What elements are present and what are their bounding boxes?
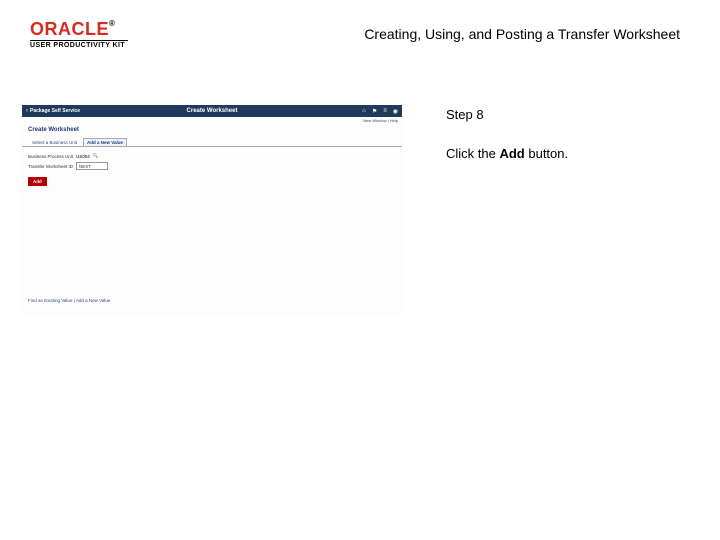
menu-icon[interactable]: ≡ [383,108,387,115]
app-screenshot: ‹ Package Self Service Create Worksheet … [22,105,402,315]
flag-icon[interactable]: ⚑ [372,108,377,115]
screenshot-column: ‹ Package Self Service Create Worksheet … [22,105,422,315]
tab-select-bu[interactable]: Select a Business Unit [28,138,81,146]
lookup-icon[interactable]: 🔍 [93,153,99,159]
brand-tm: ® [109,19,115,28]
subbar-links[interactable]: New Window | Help [22,117,402,124]
instruction-pre: Click the [446,146,499,161]
bu-label: Business Process Unit [28,154,73,159]
page-header: ORACLE® USER PRODUCTIVITY KIT Creating, … [0,0,720,80]
tw-label: Transfer Worksheet ID [28,164,73,169]
tw-select[interactable]: NEXT [76,162,108,170]
back-icon[interactable]: ‹ [26,108,28,114]
brand-wordmark: ORACLE® [30,20,128,38]
brand-name: ORACLE [30,19,109,39]
step-label: Step 8 [446,107,568,122]
instruction-post: button. [525,146,568,161]
alert-icon[interactable]: ◉ [393,108,398,115]
home-icon[interactable]: ⌂ [362,108,366,115]
tabstrip: Select a Business Unit Add a New Value [22,138,402,147]
topbar-section-title: Package Self Service [30,108,80,114]
bu-value: US004 [76,154,90,159]
topbar-icons: ⌂ ⚑ ≡ ◉ [362,108,398,115]
tab-add-new-value[interactable]: Add a New Value [83,138,127,147]
app-topbar: ‹ Package Self Service Create Worksheet … [22,105,402,117]
content-row: ‹ Package Self Service Create Worksheet … [0,105,720,315]
page-heading: Create Worksheet [22,124,402,136]
instruction-text: Click the Add button. [446,146,568,161]
bu-row: Business Process Unit US004 🔍 [28,153,396,159]
tw-row: Transfer Worksheet ID NEXT [28,162,396,170]
instruction-column: Step 8 Click the Add button. [446,105,568,315]
form-area: Business Process Unit US004 🔍 Transfer W… [22,147,402,192]
brand-rule [30,40,128,41]
instruction-bold: Add [499,146,524,161]
topbar-page-title: Create Worksheet [187,108,238,114]
document-title: Creating, Using, and Posting a Transfer … [200,26,680,42]
footer-links[interactable]: Find an Existing Value | Add a New Value [28,298,110,303]
brand-logo: ORACLE® USER PRODUCTIVITY KIT [30,20,128,49]
topbar-left: ‹ Package Self Service [26,108,80,114]
add-button[interactable]: Add [28,177,47,186]
brand-subtitle: USER PRODUCTIVITY KIT [30,42,128,49]
